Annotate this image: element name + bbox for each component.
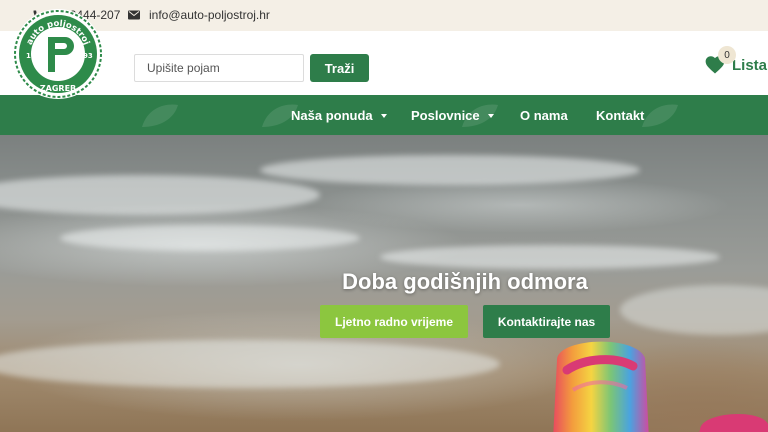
heart-icon: 0 [704,46,736,76]
caret-down-icon [380,113,387,118]
site-header: Traži 0 Lista [0,31,768,95]
main-navigation: Naša ponuda Poslovnice O nama Kontakt [0,95,768,135]
nav-item-nasa-ponuda[interactable]: Naša ponuda [291,95,387,135]
wave-foam [0,340,500,388]
caret-down-icon [487,113,494,118]
email-contact[interactable]: info@auto-poljostroj.hr [128,7,270,23]
email-address: info@auto-poljostroj.hr [149,8,270,22]
summer-hours-button[interactable]: Ljetno radno vrijeme [320,305,468,338]
wave-foam [60,225,360,251]
nav-item-label: O nama [520,107,568,123]
hero-title: Doba godišnjih odmora [342,269,588,294]
wave-foam [0,175,320,215]
nav-item-poslovnice[interactable]: Poslovnice [411,95,494,135]
nav-item-label: Naša ponuda [291,107,373,123]
site-logo[interactable]: auto poljostroj 19 93 ZAGREB [12,8,104,100]
nav-item-label: Poslovnice [411,107,480,123]
search-button[interactable]: Traži [310,54,369,82]
wave-foam [380,245,720,269]
wishlist-link[interactable]: 0 Lista [704,46,768,82]
wishlist-count-badge: 0 [718,46,736,64]
flip-flop-image [699,414,768,432]
wave-foam [260,155,640,185]
envelope-icon [128,10,140,20]
hero-banner: Doba godišnjih odmora Ljetno radno vrije… [0,135,768,432]
flip-flop-image [553,341,649,432]
leaf-watermark-icon [642,104,678,127]
nav-item-kontakt[interactable]: Kontakt [596,95,644,135]
leaf-watermark-icon [142,104,178,127]
logo-city: ZAGREB [40,84,76,93]
nav-item-label: Kontakt [596,107,645,123]
contact-us-button[interactable]: Kontaktirajte nas [483,305,610,338]
wishlist-label: Lista [732,56,768,74]
nav-item-o-nama[interactable]: O nama [520,95,568,135]
logo-year-left: 19 [26,52,36,60]
search-input[interactable] [134,54,304,82]
top-contact-bar: 01/2444-207 info@auto-poljostroj.hr [0,0,768,31]
logo-year-right: 93 [83,52,93,60]
